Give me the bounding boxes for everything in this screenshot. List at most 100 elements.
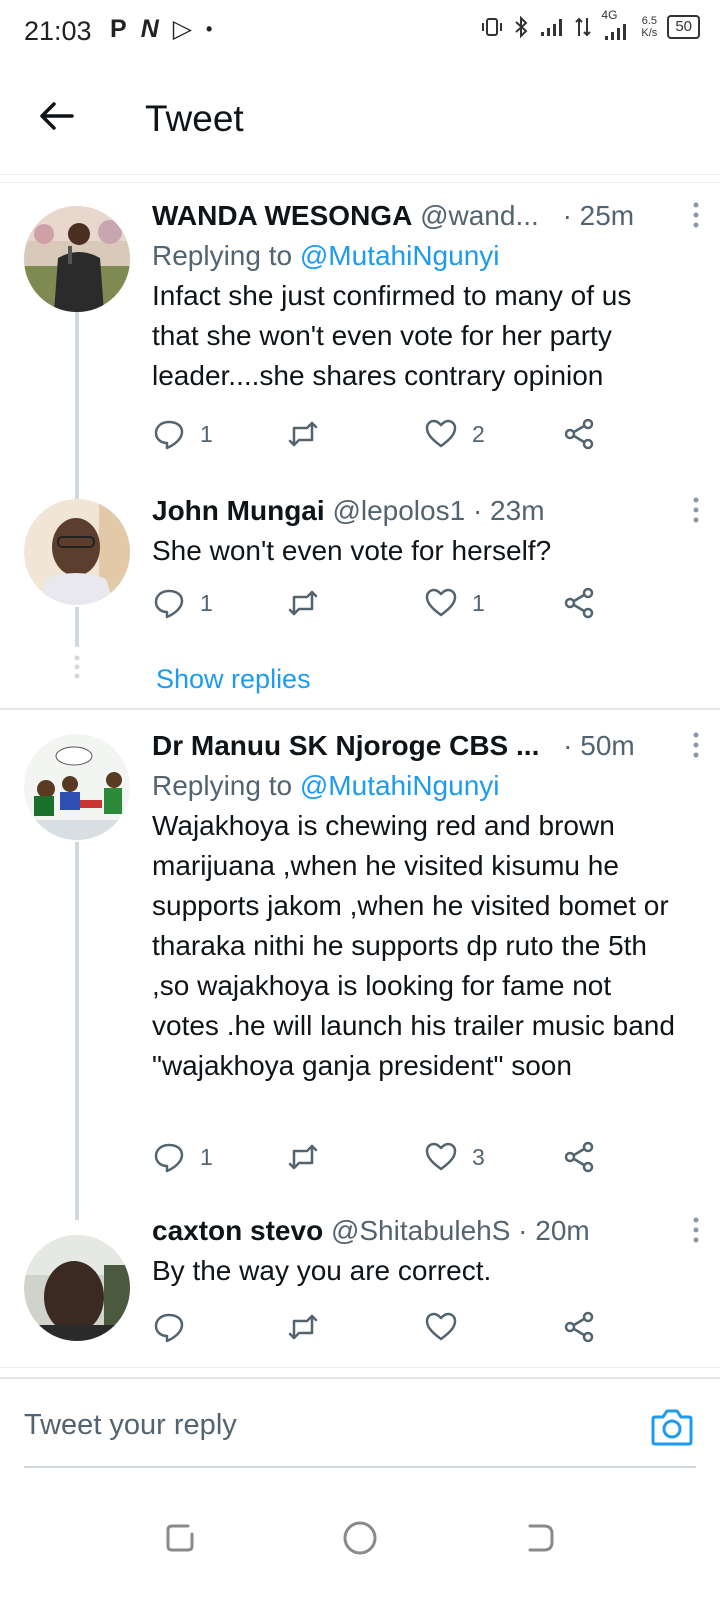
n-notification-icon: N [140, 14, 159, 43]
bluetooth-icon [515, 15, 528, 39]
system-nav-bar [0, 1490, 720, 1612]
like-action[interactable]: 1 [424, 586, 485, 620]
like-action[interactable] [424, 1310, 472, 1344]
tweet-body: WANDA WESONGA @wand... · 25m Replying to… [152, 200, 699, 396]
replying-to-label: Replying to [152, 240, 293, 271]
vibrate-icon [482, 18, 503, 36]
battery-indicator: 50 [667, 15, 700, 39]
tweet-header: John Mungai @lepolos1 · 23m [152, 495, 680, 527]
more-options-icon[interactable] [688, 200, 704, 230]
reply-action[interactable] [152, 1310, 200, 1344]
share-icon [564, 587, 594, 619]
avatar[interactable] [24, 734, 130, 840]
replying-to: Replying to @MutahiNgunyi [152, 240, 680, 272]
user-handle[interactable]: @ShitabulehS [331, 1215, 510, 1246]
retweet-icon [288, 421, 318, 447]
reply-icon [154, 420, 184, 450]
user-handle[interactable]: @wand... [420, 200, 539, 231]
tweet-body: caxton stevo @ShitabulehS · 20m By the w… [152, 1215, 699, 1291]
heart-icon [425, 1312, 457, 1341]
replying-to-label: Replying to [152, 770, 293, 801]
divider [0, 708, 720, 710]
tweet-actions: 1 1 [152, 586, 622, 626]
display-name[interactable]: caxton stevo [152, 1215, 323, 1246]
tweet-text: Infact she just confirmed to many of us … [152, 280, 632, 391]
system-icons: 4G 6.5 K/s 50 [481, 8, 700, 40]
share-action[interactable] [562, 1310, 596, 1344]
heart-icon [425, 1142, 457, 1171]
display-name[interactable]: Dr Manuu SK Njoroge CBS ... [152, 730, 539, 761]
reply-icon [154, 589, 184, 619]
heart-icon [425, 588, 457, 617]
timestamp: · 23m [472, 495, 545, 526]
show-replies-link[interactable]: Show replies [156, 664, 311, 695]
network-type: 4G [601, 8, 618, 22]
reply-input-underline [24, 1466, 696, 1468]
replying-to: Replying to @MutahiNgunyi [152, 770, 680, 802]
status-time: 21:03 [24, 16, 92, 46]
like-action[interactable]: 3 [424, 1140, 485, 1174]
mention-link[interactable]: @MutahiNgunyi [300, 240, 500, 271]
timestamp: · 50m [563, 730, 635, 761]
share-icon [564, 1311, 594, 1343]
tweet-header: caxton stevo @ShitabulehS · 20m [152, 1215, 680, 1247]
4g-signal: 4G [601, 8, 631, 40]
back-arrow-icon[interactable] [36, 96, 76, 136]
timestamp: · 20m [518, 1215, 590, 1246]
tweet-actions: 1 2 [152, 417, 622, 457]
share-icon [564, 418, 594, 450]
camera-icon[interactable] [650, 1407, 694, 1447]
share-icon [564, 1141, 594, 1173]
back-nav-icon[interactable] [522, 1520, 558, 1556]
reply-count: 1 [200, 420, 213, 447]
like-count: 3 [472, 1143, 485, 1170]
p-notification-icon: P [110, 14, 127, 43]
like-count: 1 [472, 589, 485, 616]
retweet-action[interactable] [286, 417, 334, 451]
tweet-body: John Mungai @lepolos1 · 23m She won't ev… [152, 495, 699, 571]
notification-icons: P N ▷ • [110, 14, 212, 44]
mention-link[interactable]: @MutahiNgunyi [300, 770, 500, 801]
thread-line [75, 842, 79, 1220]
tweet-text: By the way you are correct. [152, 1255, 492, 1286]
like-action[interactable]: 2 [424, 417, 485, 451]
more-options-icon[interactable] [688, 1215, 704, 1245]
display-name[interactable]: John Mungai [152, 495, 325, 526]
reply-action[interactable]: 1 [152, 1140, 213, 1174]
avatar[interactable] [24, 1235, 130, 1341]
network-speed: 6.5 K/s [641, 15, 657, 39]
reply-action[interactable]: 1 [152, 586, 213, 620]
share-action[interactable] [562, 1140, 596, 1174]
recent-apps-icon[interactable] [162, 1520, 198, 1556]
reply-icon [154, 1313, 184, 1343]
home-icon[interactable] [342, 1520, 378, 1556]
status-bar: 21:03 P N ▷ • 4G 6.5 K/s 50 [0, 0, 720, 66]
more-options-icon[interactable] [688, 495, 704, 525]
retweet-action[interactable] [286, 1310, 334, 1344]
tweet-text: She won't even vote for herself? [152, 535, 552, 566]
retweet-action[interactable] [286, 1140, 334, 1174]
avatar[interactable] [24, 499, 130, 605]
retweet-icon [288, 590, 318, 616]
data-transfer-icon [575, 17, 592, 37]
app-bar: Tweet [0, 66, 720, 175]
divider [0, 1367, 720, 1368]
tweet-header: WANDA WESONGA @wand... · 25m [152, 200, 680, 232]
retweet-icon [288, 1314, 318, 1340]
retweet-action[interactable] [286, 586, 334, 620]
tweet-header: Dr Manuu SK Njoroge CBS ... · 50m [152, 730, 680, 762]
more-options-icon[interactable] [688, 730, 704, 760]
avatar[interactable] [24, 206, 130, 312]
signal-icon [541, 19, 563, 36]
reply-input[interactable]: Tweet your reply [24, 1409, 237, 1442]
user-handle[interactable]: @lepolos1 [332, 495, 465, 526]
speed-unit: K/s [641, 27, 658, 39]
thread-line [75, 312, 79, 502]
share-action[interactable] [562, 417, 596, 451]
retweet-icon [288, 1144, 318, 1170]
dot-icon: • [205, 18, 213, 39]
tweet-body: Dr Manuu SK Njoroge CBS ... · 50m Replyi… [152, 730, 699, 1086]
share-action[interactable] [562, 586, 596, 620]
display-name[interactable]: WANDA WESONGA [152, 200, 412, 231]
reply-action[interactable]: 1 [152, 417, 213, 451]
